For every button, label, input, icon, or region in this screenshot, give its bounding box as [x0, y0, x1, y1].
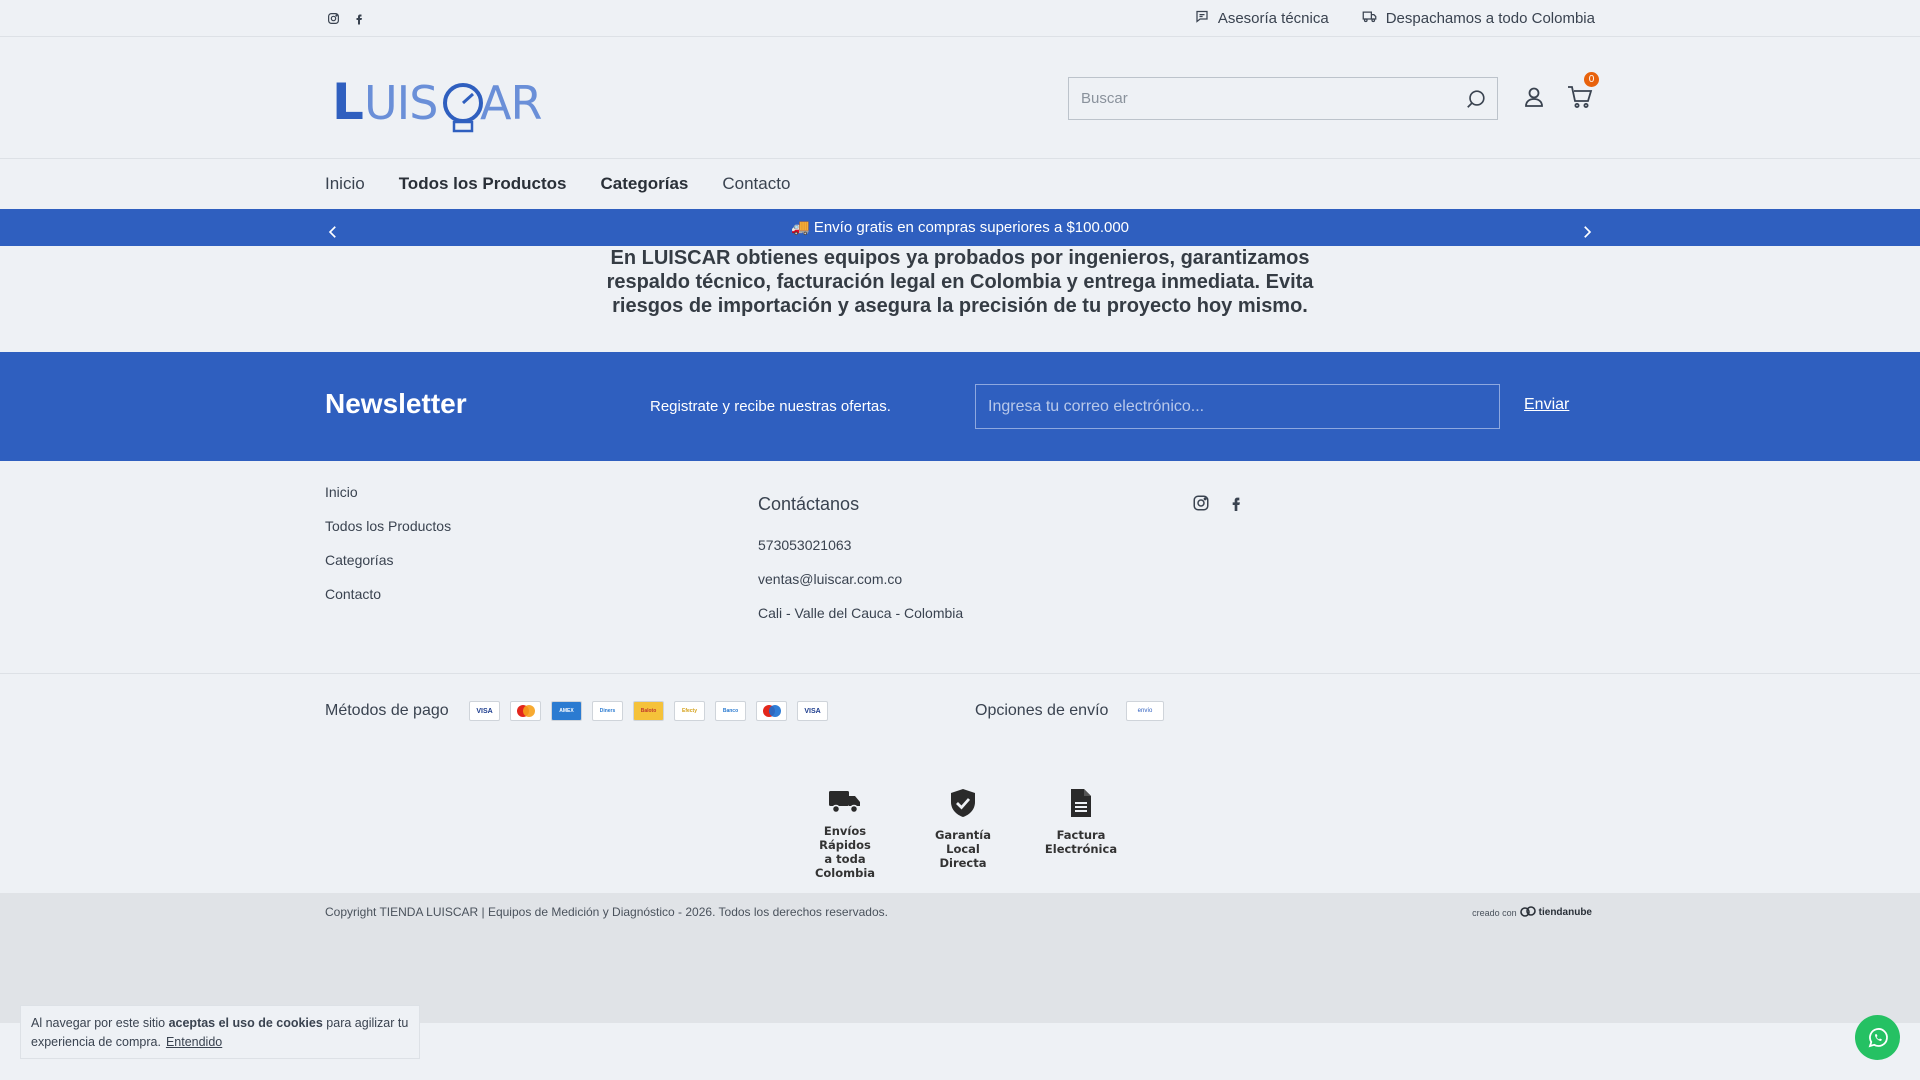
feature-e-invoice: Factura Electrónica [1036, 788, 1126, 880]
search-icon[interactable] [1465, 88, 1487, 110]
cookie-text-bold: aceptas el uso de cookies [168, 1016, 323, 1030]
visa-card-icon: VISA [469, 701, 500, 721]
features-row: Envíos Rápidos a toda Colombia Garantía … [800, 788, 1126, 880]
contact-location: Cali - Valle del Cauca - Colombia [758, 605, 964, 621]
payment-methods: VISA AMEX Diners Baloto Efecty Banco VIS… [469, 701, 828, 721]
footer-link-inicio[interactable]: Inicio [325, 484, 451, 500]
efecty-icon: Efecty [674, 701, 705, 721]
newsletter-send-button[interactable]: Enviar [1524, 396, 1569, 414]
promo-banner: 🚚 Envío gratis en compras superiores a $… [0, 209, 1920, 246]
cookie-accept-button[interactable]: Entendido [166, 1035, 222, 1049]
user-icon[interactable] [1522, 85, 1546, 109]
contact-title: Contáctanos [758, 494, 860, 514]
facebook-icon[interactable] [1228, 494, 1246, 512]
footer-link-categories[interactable]: Categorías [325, 552, 451, 568]
made-with-tiendanube[interactable]: creado con tiendanube [1472, 906, 1592, 919]
footer-link-all-products[interactable]: Todos los Productos [325, 518, 451, 534]
footer-link-contact[interactable]: Contacto [325, 586, 451, 602]
cart-icon[interactable] [1567, 85, 1593, 109]
newsletter-email-input[interactable] [975, 384, 1500, 429]
footer-social [1192, 494, 1246, 512]
amex-card-icon: AMEX [551, 701, 582, 721]
footer-divider [0, 673, 1920, 674]
facebook-icon[interactable] [351, 10, 367, 26]
copyright-band: Copyright TIENDA LUISCAR | Equipos de Me… [0, 893, 1920, 1023]
feature-local-warranty-line2: Directa [939, 856, 987, 870]
whatsapp-icon [1868, 1027, 1888, 1047]
contact-email[interactable]: ventas@luiscar.com.co [758, 571, 963, 587]
chat-icon [1194, 9, 1210, 28]
bank-icon: Banco [715, 701, 746, 721]
nav-item-inicio[interactable]: Inicio [325, 174, 365, 194]
nav-item-categories[interactable]: Categorías [601, 174, 689, 194]
mastercard-icon [510, 701, 541, 721]
copyright-text: Copyright TIENDA LUISCAR | Equipos de Me… [325, 905, 888, 919]
newsletter-section: Newsletter Registrate y recibe nuestras … [0, 352, 1920, 461]
svg-text:AR: AR [480, 76, 541, 130]
cookie-text-1: Al navegar por este sitio [31, 1016, 169, 1030]
cart-count-badge: 0 [1584, 72, 1599, 87]
baloto-icon: Baloto [633, 701, 664, 721]
newsletter-subtitle: Registrate y recibe nuestras ofertas. [650, 398, 891, 415]
feature-local-warranty: Garantía Local Directa [918, 788, 1008, 880]
truck-icon [1361, 9, 1378, 28]
top-social [325, 10, 367, 26]
feature-e-invoice-line1: Factura [1056, 828, 1106, 842]
promo-banner-text: 🚚 Envío gratis en compras superiores a $… [790, 219, 1130, 236]
intro-text: En LUISCAR obtienes equipos ya probados … [606, 247, 1314, 317]
maestro-card-icon [756, 701, 787, 721]
shipping-info-link[interactable]: Despachamos a todo Colombia [1361, 9, 1595, 28]
shipping-options-label: Opciones de envío [975, 702, 1109, 719]
svg-text:L: L [332, 73, 363, 131]
document-icon [1071, 789, 1091, 817]
feature-fast-shipping-line2: a toda Colombia [814, 852, 876, 880]
search-input[interactable] [1069, 78, 1497, 119]
feature-fast-shipping-line1: Envíos Rápidos [819, 824, 871, 852]
feature-fast-shipping: Envíos Rápidos a toda Colombia [800, 788, 890, 880]
chevron-left-icon[interactable] [324, 218, 342, 238]
whatsapp-button[interactable] [1855, 1015, 1900, 1060]
instagram-icon[interactable] [1192, 494, 1210, 512]
top-links: Asesoría técnica Despachamos a todo Colo… [1194, 9, 1595, 28]
newsletter-title: Newsletter [325, 388, 467, 419]
tiendanube-logo-icon [1519, 906, 1536, 919]
shipping-provider-icon: envío [1126, 701, 1164, 721]
top-bar: Asesoría técnica Despachamos a todo Colo… [0, 0, 1920, 37]
technical-advice-label: Asesoría técnica [1217, 10, 1329, 27]
contact-list: 573053021063 ventas@luiscar.com.co Cali … [758, 537, 963, 621]
cookie-notice: Al navegar por este sitio aceptas el uso… [20, 1005, 420, 1059]
search-box [1068, 77, 1498, 120]
header: L UIS AR 0 [0, 37, 1920, 159]
tiendanube-brand: tiendanube [1538, 907, 1592, 918]
feature-e-invoice-line2: Electrónica [1044, 842, 1118, 856]
contact-phone[interactable]: 573053021063 [758, 537, 963, 553]
main-nav: Inicio Todos los Productos Categorías Co… [325, 160, 790, 208]
technical-advice-link[interactable]: Asesoría técnica [1194, 9, 1329, 28]
site-logo[interactable]: L UIS AR [330, 67, 550, 137]
made-with-prefix: creado con [1472, 907, 1517, 918]
payment-methods-label: Métodos de pago [325, 702, 449, 719]
svg-text:UIS: UIS [364, 76, 437, 130]
diners-card-icon: Diners [592, 701, 623, 721]
instagram-icon[interactable] [325, 10, 341, 26]
nav-item-contact[interactable]: Contacto [722, 174, 790, 194]
shield-check-icon [951, 789, 975, 817]
truck-icon [829, 791, 860, 814]
nav-item-all-products[interactable]: Todos los Productos [399, 174, 567, 194]
visa-card-icon: VISA [797, 701, 828, 721]
footer-nav: Inicio Todos los Productos Categorías Co… [325, 484, 451, 602]
feature-local-warranty-line1: Garantía Local [934, 828, 992, 856]
chevron-right-icon[interactable] [1578, 218, 1596, 238]
shipping-info-label: Despachamos a todo Colombia [1385, 10, 1595, 27]
